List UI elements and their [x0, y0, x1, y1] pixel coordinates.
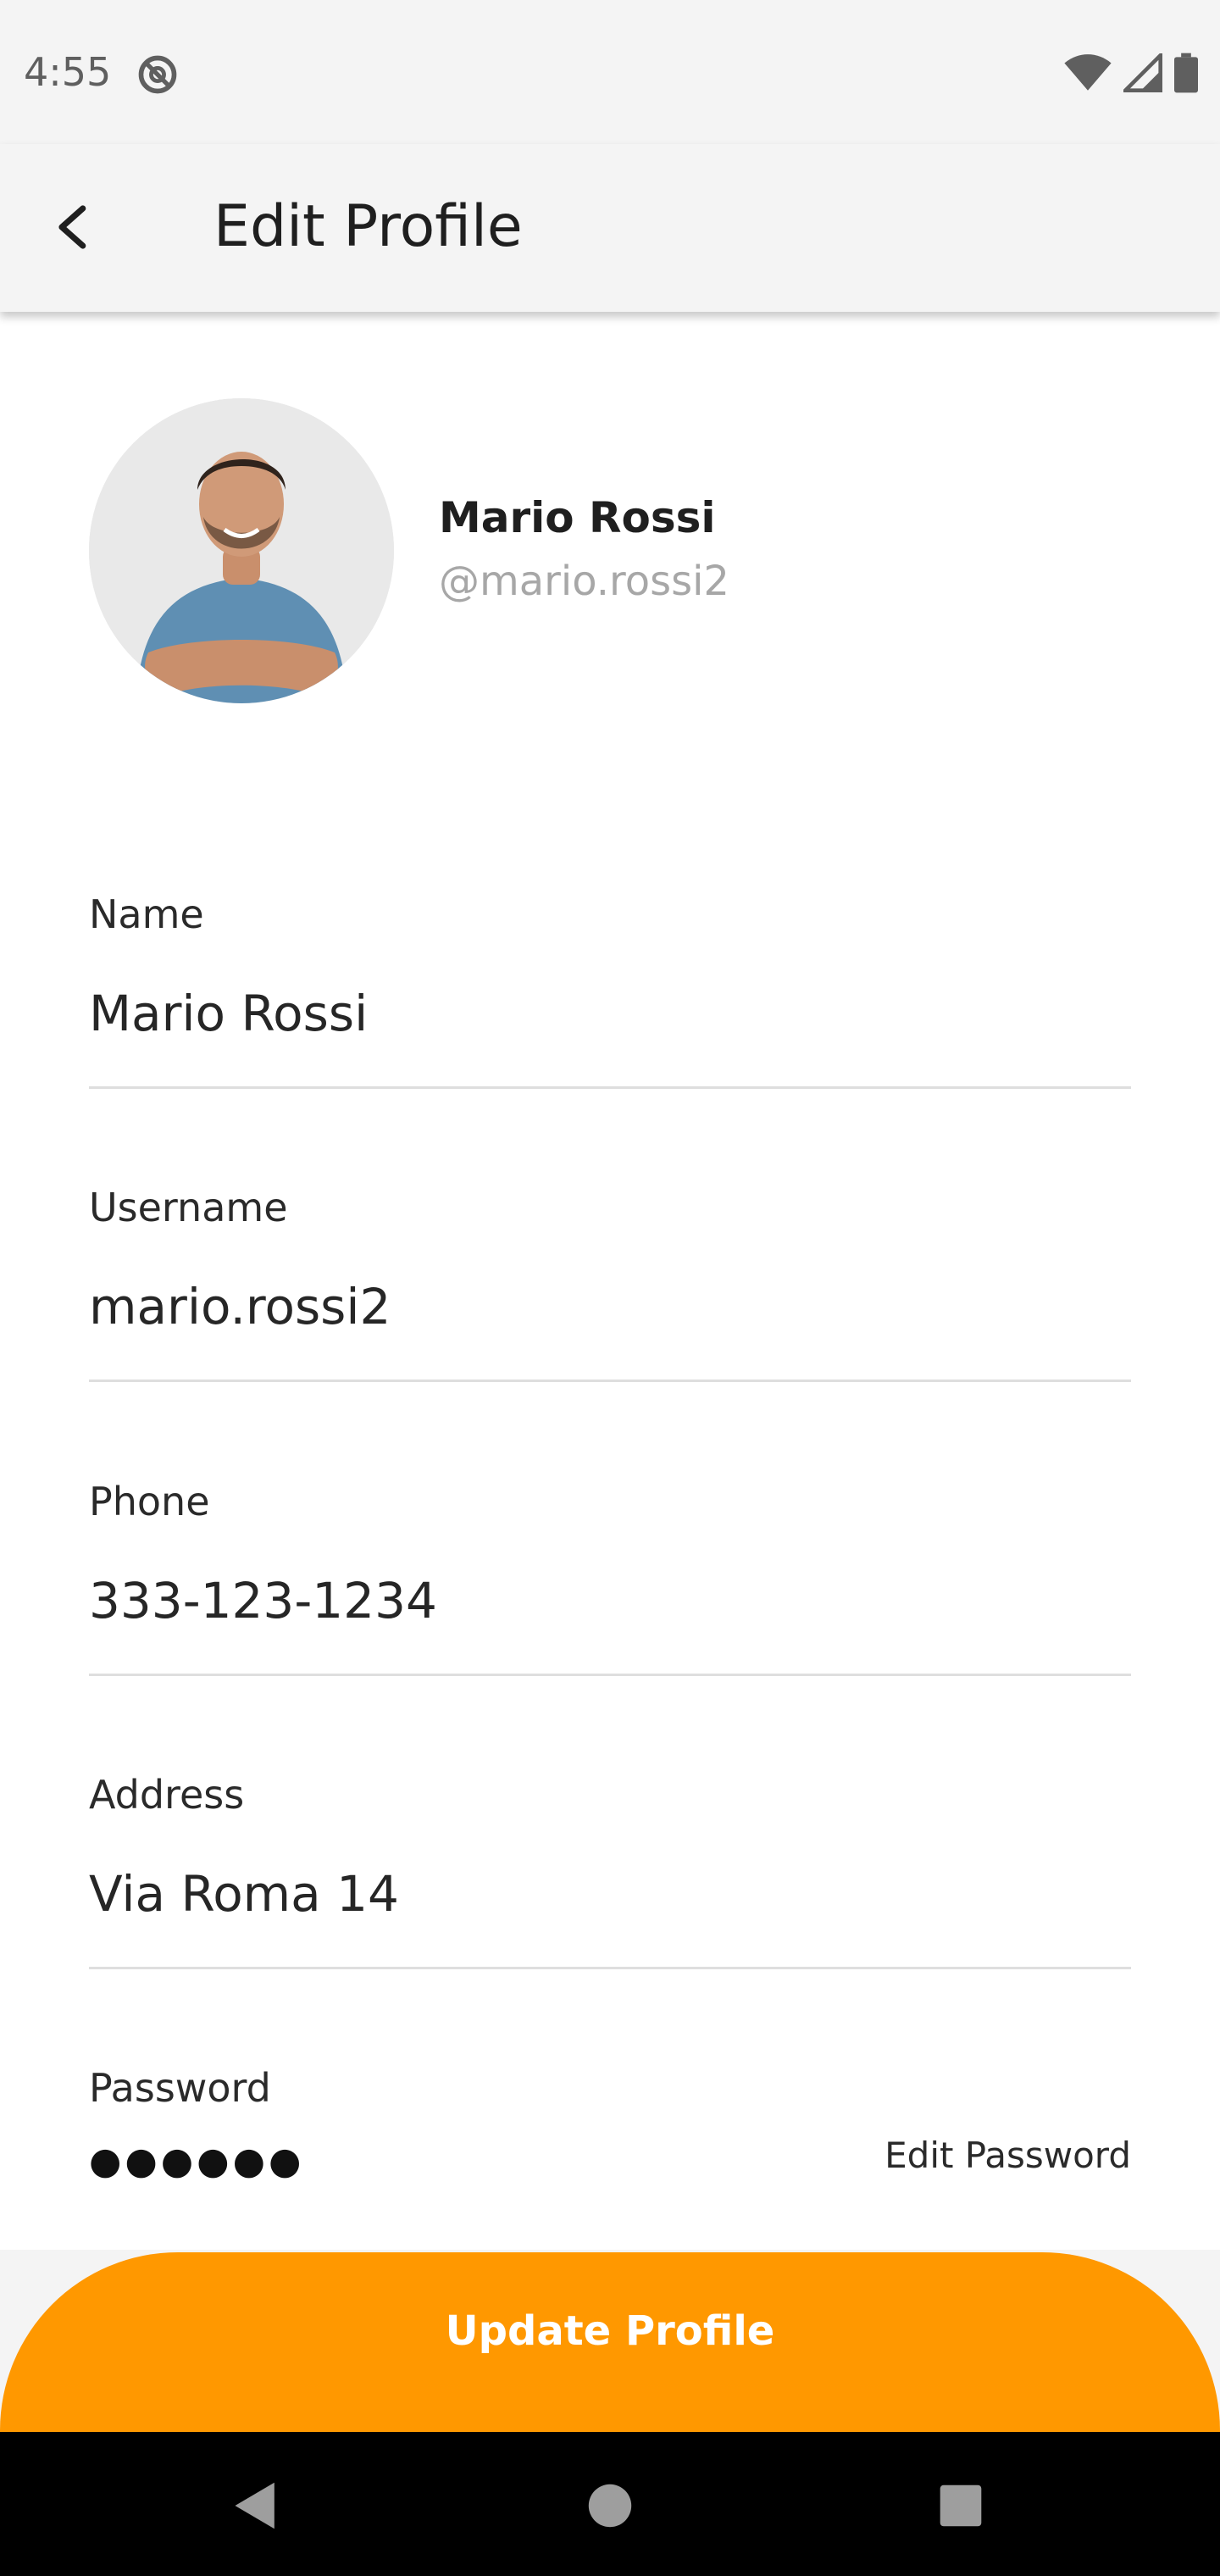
nav-back-icon	[235, 2482, 274, 2529]
back-button[interactable]	[41, 197, 102, 258]
name-input[interactable]: Mario Rossi	[89, 985, 368, 1042]
battery-icon	[1174, 53, 1198, 93]
username-field[interactable]: Username mario.rossi2	[89, 1185, 1131, 1388]
update-profile-label: Update Profile	[445, 2307, 775, 2355]
update-profile-button[interactable]: Update Profile	[0, 2252, 1220, 2432]
nav-recents-button[interactable]	[934, 2479, 988, 2533]
phone-underline	[89, 1674, 1131, 1676]
do-not-disturb-icon	[138, 55, 177, 94]
password-label: Password	[89, 2065, 271, 2111]
address-label: Address	[89, 1772, 245, 1818]
nav-back-button[interactable]	[229, 2479, 283, 2533]
system-nav-bar	[0, 2432, 1220, 2576]
profile-header: Mario Rossi @mario.rossi2	[0, 398, 1220, 712]
profile-name: Mario Rossi	[439, 493, 716, 542]
name-label: Name	[89, 891, 204, 937]
nav-home-button[interactable]	[583, 2479, 637, 2533]
page-title: Edit Profile	[214, 193, 523, 260]
profile-handle: @mario.rossi2	[439, 558, 729, 605]
nav-recents-icon	[940, 2484, 982, 2527]
phone-input[interactable]: 333-123-1234	[89, 1572, 437, 1629]
back-arrow-icon	[58, 205, 86, 249]
address-input[interactable]: Via Roma 14	[89, 1865, 399, 1923]
address-field[interactable]: Address Via Roma 14	[89, 1772, 1131, 1975]
wifi-icon	[1064, 54, 1112, 91]
avatar[interactable]	[89, 398, 394, 703]
username-underline	[89, 1380, 1131, 1382]
app-bar: Edit Profile	[0, 144, 1220, 312]
name-field[interactable]: Name Mario Rossi	[89, 891, 1131, 1095]
username-input[interactable]: mario.rossi2	[89, 1278, 391, 1335]
edit-password-link[interactable]: Edit Password	[884, 2135, 1131, 2176]
name-underline	[89, 1086, 1131, 1089]
cell-signal-icon	[1123, 53, 1162, 92]
password-field: Password ●●●●●● Edit Password	[89, 2065, 1131, 2209]
phone-field[interactable]: Phone 333-123-1234	[89, 1479, 1131, 1682]
status-bar: 4:55	[0, 0, 1220, 144]
password-masked-value: ●●●●●●	[89, 2140, 305, 2183]
address-underline	[89, 1967, 1131, 1969]
avatar-photo	[89, 398, 394, 703]
nav-home-icon	[588, 2484, 632, 2528]
phone-label: Phone	[89, 1479, 210, 1524]
username-label: Username	[89, 1185, 288, 1230]
status-time: 4:55	[24, 49, 112, 95]
